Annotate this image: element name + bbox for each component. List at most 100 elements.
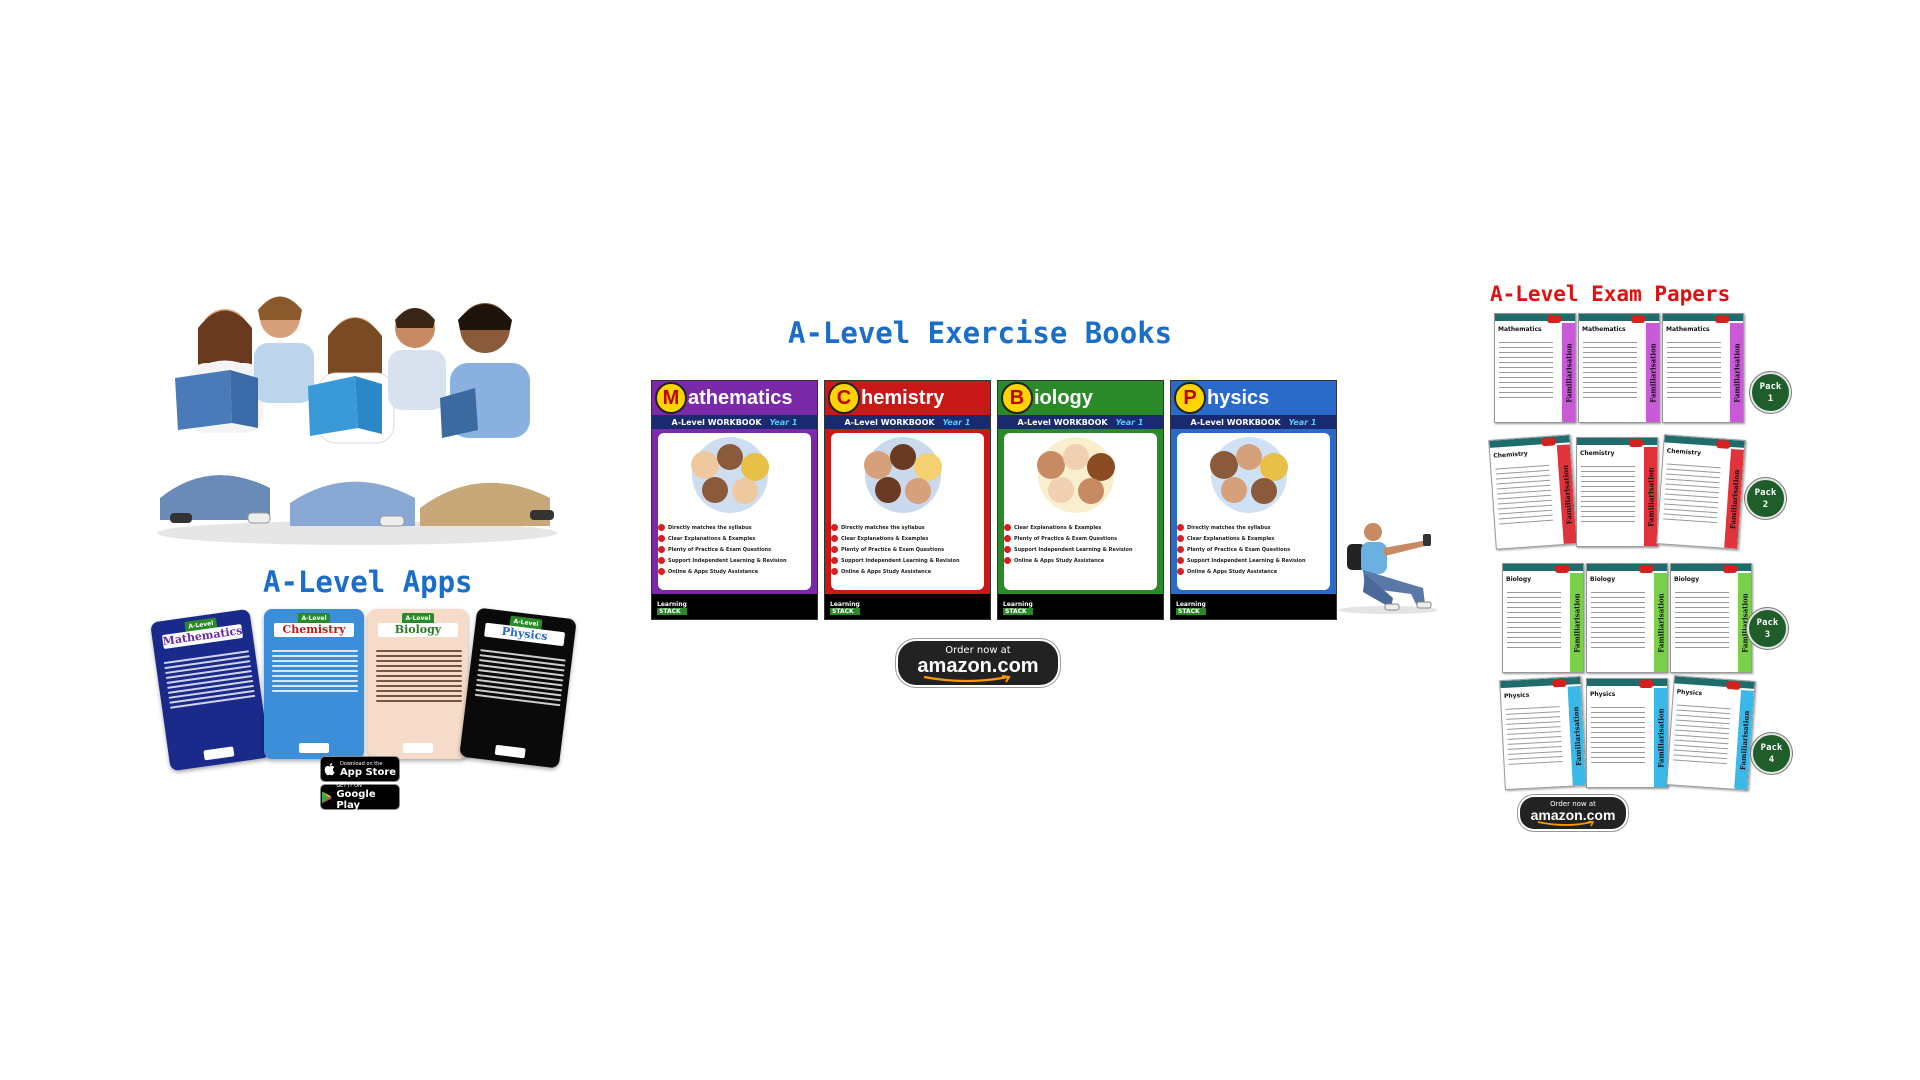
app-card-physics[interactable]: A-Level Physics	[459, 607, 577, 769]
bullet-icon	[1004, 535, 1011, 542]
workbook-physics[interactable]: P hysics A-Level WORKBOOK Year 1 Directl…	[1170, 380, 1337, 620]
exam-paper-mathematics[interactable]: Mathematics Familiarisation	[1662, 313, 1744, 423]
pack-badge-2[interactable]: Pack 2	[1745, 478, 1786, 519]
exam-paper-lines	[1495, 461, 1554, 529]
exam-paper-tag	[1716, 439, 1731, 449]
app-card-topics	[474, 646, 566, 709]
workbook-feature: Support Independent Learning & Revision	[1177, 556, 1332, 567]
workbook-footer: Learning STACK	[652, 594, 817, 619]
students-circle-photo	[670, 435, 790, 515]
workbook-title-bar: M athematics	[652, 381, 817, 415]
app-store-button[interactable]: Download on the App Store	[320, 756, 400, 782]
workbook-level-bar: A-Level WORKBOOK Year 1	[825, 415, 990, 429]
exam-paper-lines	[1591, 703, 1645, 767]
workbook-feature: Support Independent Learning & Revision	[658, 556, 813, 567]
bullet-icon	[658, 535, 665, 542]
exam-paper-biology[interactable]: Biology Familiarisation	[1502, 563, 1584, 673]
workbook-mathematics[interactable]: M athematics A-Level WORKBOOK Year 1 Dir…	[651, 380, 818, 620]
exam-paper-tag	[1541, 437, 1556, 447]
exam-paper-subject: Biology	[1674, 576, 1700, 583]
exam-paper-biology[interactable]: Biology Familiarisation	[1670, 563, 1752, 673]
app-card-logo	[203, 746, 235, 761]
workbook-title-bar: P hysics	[1171, 381, 1336, 415]
workbook-subject-rest: hemistry	[861, 386, 945, 409]
exam-paper-side-band: Familiarisation	[1644, 447, 1657, 546]
app-store-big-text: App Store	[339, 766, 397, 778]
exam-paper-header	[1577, 438, 1657, 445]
app-card-chemistry[interactable]: A-Level Chemistry	[264, 609, 364, 759]
workbook-biology[interactable]: B iology A-Level WORKBOOK Year 1 Clear E…	[997, 380, 1164, 620]
bullet-icon	[1177, 535, 1184, 542]
app-card-topics	[376, 647, 462, 705]
workbook-body: Directly matches the syllabus Clear Expla…	[825, 429, 990, 594]
exam-paper-mathematics[interactable]: Mathematics Familiarisation	[1494, 313, 1576, 423]
pack-badge-1[interactable]: Pack 1	[1750, 372, 1791, 413]
bullet-icon	[1004, 557, 1011, 564]
apple-icon	[324, 763, 335, 776]
exam-paper-header	[1674, 676, 1755, 689]
workbook-feature: Support Independent Learning & Revision	[831, 556, 986, 567]
app-card-title: Biology	[378, 623, 458, 637]
exam-paper-header	[1587, 564, 1667, 571]
app-card-logo	[403, 743, 433, 753]
workbook-feature: Plenty of Practice & Exam Questions	[831, 545, 986, 556]
pack-badge-4[interactable]: Pack 4	[1751, 733, 1792, 774]
exam-paper-physics[interactable]: Physics Familiarisation	[1586, 678, 1668, 788]
exam-paper-lines	[1583, 338, 1637, 402]
workbook-feature: Clear Explanations & Examples	[1177, 534, 1332, 545]
exam-paper-lines	[1672, 701, 1731, 769]
app-card-mathematics[interactable]: A-Level Mathematics	[150, 608, 270, 772]
exam-paper-tag	[1639, 565, 1653, 573]
exercise-books-heading: A-Level Exercise Books	[788, 316, 1173, 350]
exam-paper-mathematics[interactable]: Mathematics Familiarisation	[1578, 313, 1660, 423]
bullet-icon	[831, 568, 838, 575]
exam-paper-side-band: Familiarisation	[1567, 685, 1586, 786]
learning-stack-logo: Learning STACK	[657, 601, 687, 615]
students-circle-photo	[1189, 435, 1309, 515]
exam-paper-lines	[1667, 338, 1721, 402]
app-card-logo	[494, 744, 526, 759]
workbook-subject-rest: iology	[1034, 386, 1093, 409]
workbook-level-bar: A-Level WORKBOOK Year 1	[1171, 415, 1336, 429]
exam-paper-physics[interactable]: Physics Familiarisation	[1666, 675, 1756, 791]
exam-paper-chemistry[interactable]: Chemistry Familiarisation	[1656, 434, 1746, 550]
exam-paper-side-band: Familiarisation	[1556, 444, 1577, 544]
exam-amazon-order-button[interactable]: Order now at amazon.com	[1520, 797, 1626, 829]
exam-paper-physics[interactable]: Physics Familiarisation	[1499, 675, 1587, 791]
workbook-feature: Directly matches the syllabus	[658, 523, 813, 534]
exam-paper-side-band: Familiarisation	[1646, 323, 1659, 422]
google-play-button[interactable]: GET IT ON Google Play	[320, 783, 400, 811]
workbook-features: Clear Explanations & Examples Plenty of P…	[1004, 523, 1159, 567]
bullet-icon	[658, 568, 665, 575]
exam-paper-chemistry[interactable]: Chemistry Familiarisation	[1576, 437, 1658, 547]
exam-paper-biology[interactable]: Biology Familiarisation	[1586, 563, 1668, 673]
bullet-icon	[831, 546, 838, 553]
learning-stack-logo: Learning STACK	[830, 601, 860, 615]
workbook-body: Clear Explanations & Examples Plenty of P…	[998, 429, 1163, 594]
pack-badge-3[interactable]: Pack 3	[1747, 608, 1788, 649]
exam-paper-lines	[1662, 460, 1721, 528]
exam-paper-tag	[1629, 439, 1643, 447]
exam-paper-chemistry[interactable]: Chemistry Familiarisation	[1488, 434, 1578, 550]
app-card-biology[interactable]: A-Level Biology	[368, 609, 468, 759]
workbook-feature: Clear Explanations & Examples	[831, 534, 986, 545]
exam-paper-subject: Biology	[1506, 576, 1532, 583]
learning-stack-logo: Learning STACK	[1176, 601, 1206, 615]
exam-paper-lines	[1675, 588, 1729, 652]
workbook-chemistry[interactable]: C hemistry A-Level WORKBOOK Year 1 Direc…	[824, 380, 991, 620]
exam-paper-lines	[1581, 462, 1635, 526]
workbook-feature: Plenty of Practice & Exam Questions	[1004, 534, 1159, 545]
students-circle-photo	[1016, 435, 1136, 515]
app-cards-group: A-Level Mathematics A-Level Chemistry A-…	[150, 607, 577, 772]
books-amazon-order-button[interactable]: Order now at amazon.com	[898, 641, 1058, 685]
bullet-icon	[1177, 546, 1184, 553]
workbook-level-bar: A-Level WORKBOOK Year 1	[652, 415, 817, 429]
workbook-footer: Learning STACK	[998, 594, 1163, 619]
students-reading-photo	[150, 258, 565, 548]
exam-paper-lines	[1507, 588, 1561, 652]
bullet-icon	[1177, 568, 1184, 575]
workbook-initial: M	[655, 382, 687, 414]
bullet-icon	[831, 535, 838, 542]
learning-stack-logo: Learning STACK	[1003, 601, 1033, 615]
workbook-features: Directly matches the syllabus Clear Expla…	[1177, 523, 1332, 578]
